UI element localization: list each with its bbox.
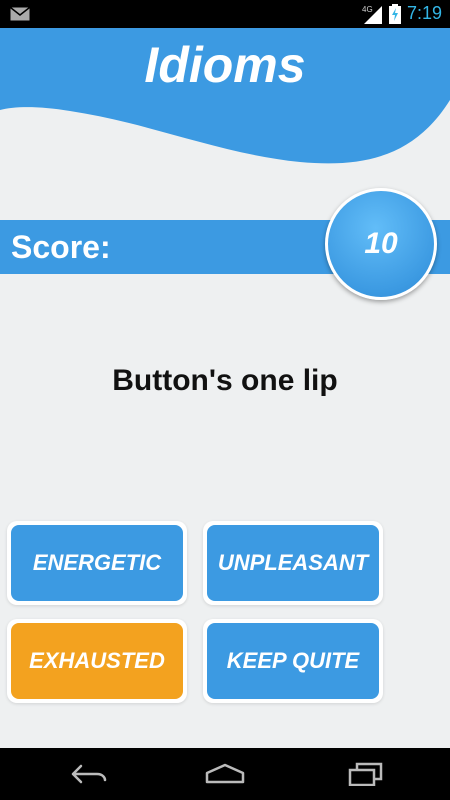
status-time: 7:19: [406, 3, 442, 23]
answer-button-3[interactable]: EXHAUSTED: [7, 619, 187, 703]
home-icon: [205, 763, 245, 784]
score-badge: 10: [325, 188, 437, 300]
battery-charging-icon: [389, 4, 401, 24]
navigation-bar: [0, 748, 450, 800]
recents-button[interactable]: [320, 748, 410, 800]
home-button[interactable]: [180, 748, 270, 800]
svg-text:4G: 4G: [362, 5, 373, 14]
recents-icon: [348, 762, 383, 786]
score-label: Score:: [11, 229, 111, 265]
answer-label-4: KEEP QUITE: [207, 623, 379, 699]
answer-label-1: ENERGETIC: [11, 525, 183, 601]
app-title: Idioms: [144, 37, 306, 93]
back-icon: [71, 764, 107, 784]
answer-button-1[interactable]: ENERGETIC: [7, 521, 187, 605]
answer-button-4[interactable]: KEEP QUITE: [203, 619, 383, 703]
answer-label-2: UNPLEASANT: [207, 525, 379, 601]
mail-icon: [10, 7, 30, 21]
back-button[interactable]: [44, 748, 134, 800]
status-bar: 4G 7:19: [0, 0, 450, 28]
score-value: 10: [364, 227, 398, 260]
question-text: Button's one lip: [112, 364, 338, 397]
signal-icon: 4G: [362, 5, 382, 24]
answer-label-3: EXHAUSTED: [11, 623, 183, 699]
answer-button-2[interactable]: UNPLEASANT: [203, 521, 383, 605]
